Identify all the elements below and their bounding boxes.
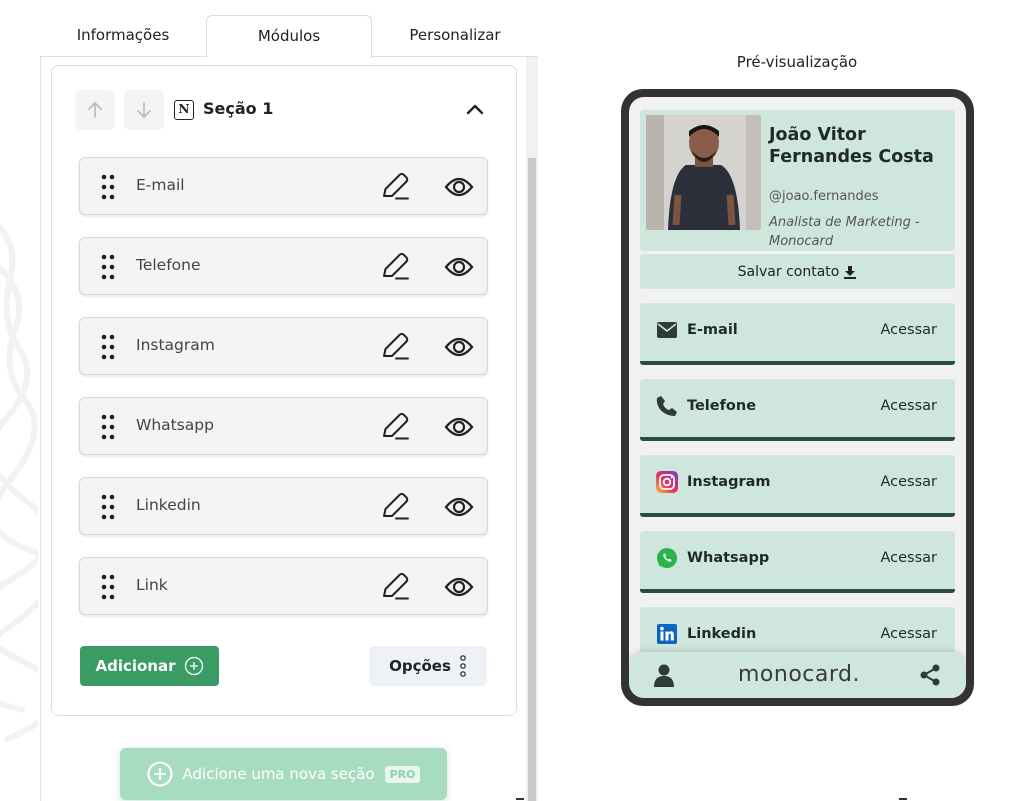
phone-screen: João Vitor Fernandes Costa @joao.fernand…: [629, 97, 966, 698]
link-card-action[interactable]: Acessar: [880, 474, 937, 490]
edit-pencil-icon[interactable]: [380, 492, 410, 522]
module-label: Instagram: [136, 336, 215, 354]
profile-photo: [646, 115, 761, 230]
save-contact-label: Salvar contato: [737, 263, 840, 280]
link-card-action[interactable]: Acessar: [880, 626, 937, 642]
edit-pencil-icon[interactable]: [380, 172, 410, 202]
profile-name: João Vitor Fernandes Costa: [769, 125, 934, 167]
tab-informacoes[interactable]: Informações: [40, 15, 206, 57]
module-row[interactable]: Linkedin: [79, 477, 488, 535]
visibility-eye-icon[interactable]: [444, 253, 474, 281]
link-card-label: Telefone: [687, 398, 757, 414]
module-label: Telefone: [136, 256, 201, 274]
move-down-button[interactable]: [124, 90, 164, 130]
add-new-section-button[interactable]: Adicione uma nova seção PRO: [120, 748, 447, 800]
section-header: N Seção 1: [75, 90, 495, 130]
edit-pencil-icon[interactable]: [380, 332, 410, 362]
background-pattern: [0, 224, 38, 743]
module-label: Link: [136, 576, 168, 594]
module-label: Whatsapp: [136, 416, 214, 434]
scrollbar-thumb[interactable]: [528, 158, 536, 801]
drag-handle-icon[interactable]: [100, 414, 116, 440]
edit-pencil-icon[interactable]: [380, 252, 410, 282]
user-icon[interactable]: [653, 663, 675, 687]
notion-icon: N: [174, 100, 194, 120]
module-label: Linkedin: [136, 496, 201, 514]
preview-link-card[interactable]: Instagram Acessar: [640, 455, 955, 517]
visibility-eye-icon[interactable]: [444, 573, 474, 601]
tab-bar: Informações Módulos Personalizar: [40, 15, 538, 58]
edit-pencil-icon[interactable]: [380, 572, 410, 602]
tab-modulos[interactable]: Módulos: [206, 15, 372, 58]
share-icon[interactable]: [919, 664, 941, 686]
module-row[interactable]: Link: [79, 557, 488, 615]
phone-icon: [656, 395, 678, 417]
mail-icon: [656, 319, 678, 341]
plus-circle-icon: [147, 761, 173, 787]
module-row[interactable]: Telefone: [79, 237, 488, 295]
tab-personalizar[interactable]: Personalizar: [372, 15, 538, 57]
add-button-label: Adicionar: [95, 657, 176, 675]
more-vertical-icon: [460, 655, 466, 677]
module-row[interactable]: Instagram: [79, 317, 488, 375]
instagram-icon: [656, 471, 678, 493]
linkedin-icon: [656, 623, 678, 645]
drag-handle-icon[interactable]: [100, 174, 116, 200]
module-row[interactable]: E-mail: [79, 157, 488, 215]
module-label: E-mail: [136, 176, 185, 194]
preview-link-card[interactable]: Whatsapp Acessar: [640, 531, 955, 593]
link-card-action[interactable]: Acessar: [880, 398, 937, 414]
link-card-label: E-mail: [687, 322, 738, 338]
add-module-button[interactable]: Adicionar: [80, 646, 219, 686]
drag-handle-icon[interactable]: [100, 254, 116, 280]
visibility-eye-icon[interactable]: [444, 333, 474, 361]
whatsapp-icon: [656, 547, 678, 569]
edit-pencil-icon[interactable]: [380, 412, 410, 442]
preview-title: Pré-visualização: [736, 53, 858, 71]
link-card-action[interactable]: Acessar: [880, 550, 937, 566]
ruler-tick: [516, 798, 524, 800]
monocard-logo: monocard.: [738, 662, 860, 687]
visibility-eye-icon[interactable]: [444, 173, 474, 201]
new-section-label: Adicione uma nova seção: [182, 765, 375, 783]
pro-badge: PRO: [384, 765, 421, 783]
ruler-tick: [899, 798, 907, 800]
section-title: Seção 1: [203, 99, 274, 118]
link-card-action[interactable]: Acessar: [880, 322, 937, 338]
arrow-up-icon: [88, 102, 102, 118]
options-button-label: Opções: [389, 657, 451, 675]
profile-card: João Vitor Fernandes Costa @joao.fernand…: [640, 110, 955, 251]
link-card-label: Instagram: [687, 474, 771, 490]
drag-handle-icon[interactable]: [100, 334, 116, 360]
preview-link-card[interactable]: Telefone Acessar: [640, 379, 955, 441]
chevron-up-icon[interactable]: [463, 98, 487, 122]
module-row[interactable]: Whatsapp: [79, 397, 488, 455]
arrow-down-icon: [137, 102, 151, 118]
preview-link-card[interactable]: E-mail Acessar: [640, 303, 955, 365]
drag-handle-icon[interactable]: [100, 494, 116, 520]
move-up-button[interactable]: [75, 90, 115, 130]
link-card-label: Linkedin: [687, 626, 757, 642]
plus-circle-icon: [184, 656, 203, 676]
preview-bottom-bar: monocard.: [629, 652, 966, 698]
link-card-label: Whatsapp: [687, 550, 770, 566]
download-icon: [844, 265, 857, 279]
save-contact-button[interactable]: Salvar contato: [640, 254, 955, 289]
profile-handle: @joao.fernandes: [769, 189, 879, 204]
drag-handle-icon[interactable]: [100, 574, 116, 600]
profile-role: Analista de Marketing - Monocard: [769, 215, 920, 249]
visibility-eye-icon[interactable]: [444, 413, 474, 441]
options-button[interactable]: Opções: [369, 646, 487, 686]
visibility-eye-icon[interactable]: [444, 493, 474, 521]
